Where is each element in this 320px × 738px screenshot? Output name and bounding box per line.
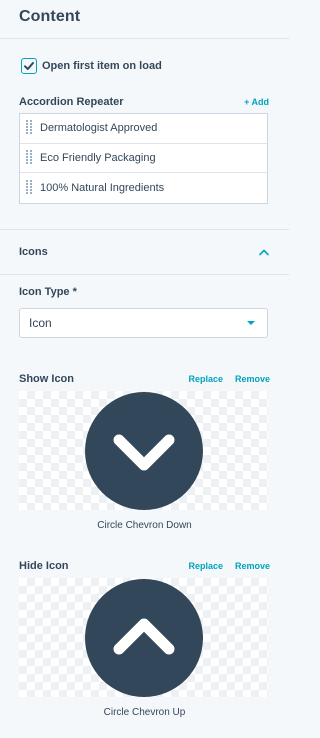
icons-section-toggle[interactable]: Icons	[0, 230, 289, 275]
panel-header: Content	[0, 0, 289, 39]
show-icon-header: Show Icon Replace Remove	[19, 371, 270, 386]
circle-chevron-up-icon	[84, 578, 203, 697]
hide-icon-preview	[19, 578, 268, 697]
icon-type-value: Icon	[29, 316, 52, 330]
show-icon-actions: Replace Remove	[188, 374, 270, 384]
hide-icon-caption: Circle Chevron Up	[103, 707, 186, 718]
hide-icon-block: Hide Icon Replace Remove Circle Chevron …	[19, 558, 270, 720]
repeater-item-label: Dermatologist Approved	[40, 122, 158, 135]
open-first-item-checkbox[interactable]	[21, 57, 37, 74]
show-icon-block: Show Icon Replace Remove Circle Chevron …	[19, 371, 270, 533]
show-icon-preview	[19, 391, 268, 510]
icon-type-label: Icon Type *	[19, 286, 77, 298]
show-icon-replace-button[interactable]: Replace	[188, 374, 223, 384]
hide-icon-remove-button[interactable]: Remove	[235, 561, 270, 571]
icons-section-title: Icons	[19, 246, 48, 258]
icon-type-select[interactable]: Icon	[19, 308, 268, 338]
show-icon-caption: Circle Chevron Down	[97, 520, 192, 531]
icons-section: Icon Type * Icon Show Icon Replace Remov…	[0, 275, 289, 720]
content-section: Open first item on load Accordion Repeat…	[0, 39, 289, 230]
repeater-header: Accordion Repeater + Add	[19, 94, 270, 109]
repeater-item[interactable]: Dermatologist Approved	[20, 114, 267, 144]
open-first-item-label: Open first item on load	[42, 59, 162, 72]
repeater-item-label: Eco Friendly Packaging	[40, 151, 156, 164]
open-first-item-option[interactable]: Open first item on load	[19, 57, 270, 74]
repeater-item[interactable]: Eco Friendly Packaging	[20, 144, 267, 173]
hide-icon-header: Hide Icon Replace Remove	[19, 558, 270, 573]
hide-icon-actions: Replace Remove	[188, 561, 270, 571]
hide-icon-label: Hide Icon	[19, 559, 69, 572]
repeater-item[interactable]: 100% Natural Ingredients	[20, 173, 267, 203]
repeater-item-label: 100% Natural Ingredients	[40, 181, 165, 194]
repeater-label: Accordion Repeater	[19, 95, 124, 108]
hide-icon-replace-button[interactable]: Replace	[188, 561, 223, 571]
add-item-button[interactable]: + Add	[244, 97, 269, 107]
checkmark-icon	[24, 61, 34, 70]
drag-handle-icon[interactable]	[26, 149, 32, 166]
show-icon-label: Show Icon	[19, 372, 74, 385]
caret-down-icon	[247, 321, 255, 325]
drag-handle-icon[interactable]	[26, 179, 32, 196]
circle-chevron-down-icon	[84, 391, 203, 510]
drag-handle-icon[interactable]	[26, 120, 32, 136]
repeater-list: Dermatologist Approved Eco Friendly Pack…	[19, 113, 268, 204]
panel-title: Content	[19, 8, 81, 25]
chevron-up-icon[interactable]	[258, 248, 270, 256]
show-icon-remove-button[interactable]: Remove	[235, 374, 270, 384]
